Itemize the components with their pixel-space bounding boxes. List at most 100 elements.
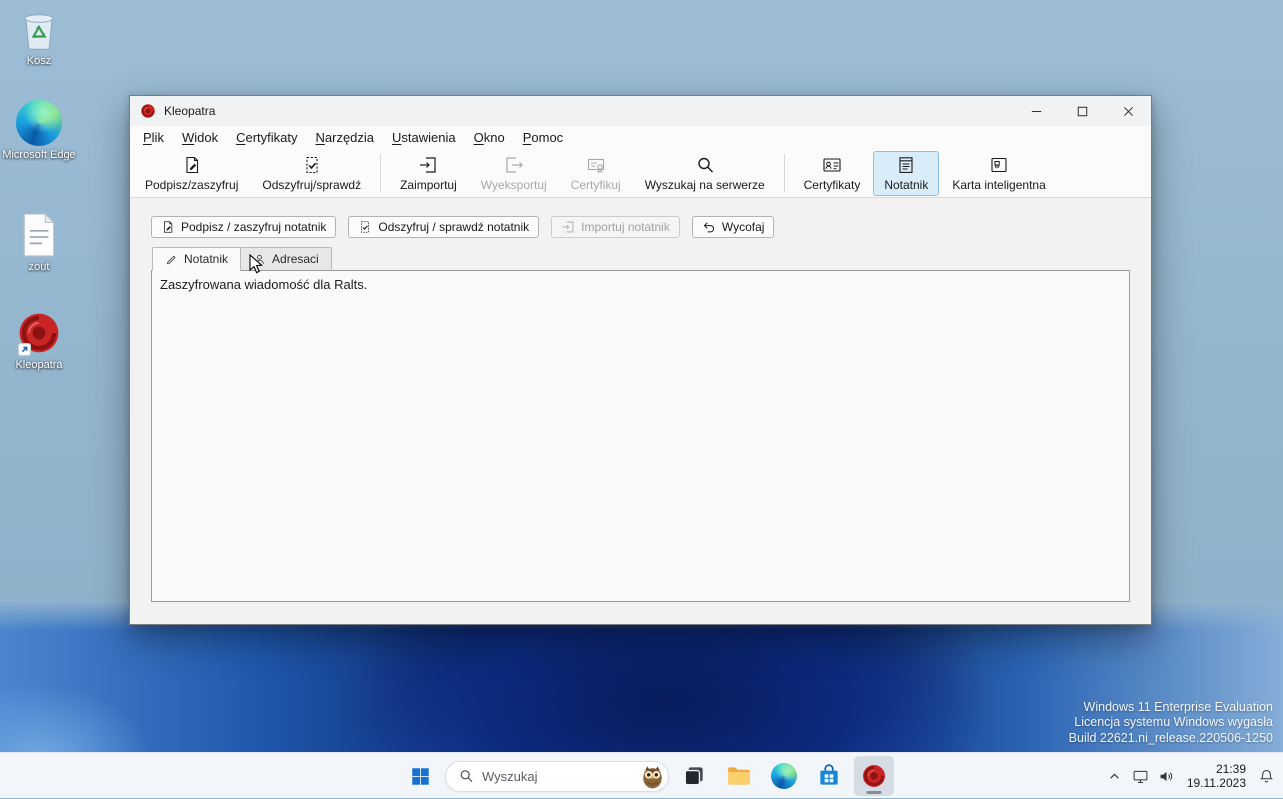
toolbar-notepad-view-button[interactable]: Notatnik — [873, 150, 940, 196]
export-icon — [504, 155, 524, 175]
revert-button[interactable]: Wycofaj — [691, 216, 775, 238]
notifications-button[interactable] — [1253, 760, 1279, 792]
close-icon — [1120, 103, 1137, 120]
window-title: Kleopatra — [164, 104, 216, 118]
toolbar-label: Karta inteligentna — [952, 178, 1046, 192]
kleopatra-taskbar-button[interactable] — [854, 756, 894, 796]
close-button[interactable] — [1105, 96, 1151, 126]
toolbar-label: Certyfikaty — [803, 178, 861, 192]
toolbar-separator — [783, 154, 785, 192]
toolbar-label: Podpisz/zaszyfruj — [145, 178, 239, 192]
id-card-icon — [822, 155, 842, 175]
clock-date: 19.11.2023 — [1186, 776, 1246, 790]
main-toolbar: Podpisz/zaszyfruj Odszyfruj/sprawdź Zaim… — [130, 149, 1151, 198]
decrypt-verify-notepad-button[interactable]: Odszyfruj / sprawdź notatnik — [348, 216, 540, 238]
toolbar-export-button: Wyeksportuj — [470, 151, 558, 196]
menu-widok[interactable]: Widok — [173, 127, 227, 148]
kleopatra-window: Kleopatra Plik Widok Certyfikaty Narzędz… — [129, 95, 1152, 625]
search-icon — [458, 768, 474, 784]
certify-icon — [586, 155, 606, 175]
minimize-icon — [1028, 103, 1045, 120]
toolbar-sign-encrypt-button[interactable]: Podpisz/zaszyfruj — [134, 151, 249, 196]
person-icon — [253, 253, 266, 266]
smartcard-icon — [989, 155, 1009, 175]
system-tray: 21:39 19.11.2023 — [1102, 753, 1279, 799]
search-highlight-owl-icon — [639, 763, 666, 790]
menu-pomoc[interactable]: Pomoc — [514, 127, 572, 148]
store-icon — [816, 763, 842, 789]
edge-icon — [771, 763, 797, 789]
toolbar-label: Certyfikuj — [570, 178, 621, 192]
sign-encrypt-icon — [182, 155, 202, 175]
title-bar[interactable]: Kleopatra — [130, 96, 1151, 126]
notepad-tabs: Notatnik Adresaci — [151, 247, 1130, 271]
maximize-button[interactable] — [1059, 96, 1105, 126]
notepad-editor[interactable]: Zaszyfrowana wiadomość dla Ralts. — [151, 270, 1130, 602]
windows-evaluation-watermark: Windows 11 Enterprise Evaluation Licencj… — [1069, 700, 1273, 747]
button-label: Wycofaj — [721, 220, 765, 234]
shortcut-arrow-icon — [18, 343, 31, 356]
tab-notatnik[interactable]: Notatnik — [152, 247, 242, 271]
toolbar-decrypt-verify-button[interactable]: Odszyfruj/sprawdź — [251, 151, 372, 196]
desktop-icon-label: Kleopatra — [15, 359, 63, 371]
search-input[interactable] — [482, 768, 631, 784]
tab-label: Adresaci — [272, 252, 319, 266]
toolbar-label: Zaimportuj — [400, 178, 457, 192]
task-view-button[interactable] — [674, 756, 714, 796]
network-tray-button[interactable] — [1128, 760, 1154, 792]
tray-chevron-button[interactable] — [1102, 760, 1128, 792]
windows-logo-icon — [410, 766, 431, 787]
toolbar-label: Wyeksportuj — [480, 178, 547, 192]
decrypt-verify-icon — [358, 220, 372, 234]
menu-ustawienia[interactable]: Ustawienia — [383, 127, 465, 148]
taskbar-center-group — [400, 756, 894, 796]
toolbar-label: Odszyfruj/sprawdź — [262, 178, 362, 192]
menu-okno[interactable]: Okno — [465, 127, 514, 148]
toolbar-lookup-server-button[interactable]: Wyszukaj na serwerze — [634, 151, 776, 196]
edge-taskbar-button[interactable] — [764, 756, 804, 796]
decrypt-verify-icon — [302, 155, 322, 175]
sign-encrypt-notepad-button[interactable]: Podpisz / zaszyfruj notatnik — [151, 216, 337, 238]
import-notepad-button: Importuj notatnik — [551, 216, 680, 238]
minimize-button[interactable] — [1013, 96, 1059, 126]
import-icon — [418, 155, 438, 175]
toolbar-import-button[interactable]: Zaimportuj — [389, 151, 468, 196]
watermark-line: Windows 11 Enterprise Evaluation — [1083, 699, 1273, 714]
network-monitor-icon — [1132, 768, 1149, 785]
notepad-actions: Podpisz / zaszyfruj notatnik Odszyfruj /… — [151, 216, 1130, 238]
menu-narzedzia[interactable]: Narzędzia — [307, 127, 384, 148]
document-icon — [20, 212, 58, 258]
desktop-icon-kleopatra[interactable]: Kleopatra — [1, 310, 77, 372]
start-button[interactable] — [400, 756, 440, 796]
toolbar-smartcard-view-button[interactable]: Karta inteligentna — [941, 151, 1056, 196]
microsoft-store-button[interactable] — [809, 756, 849, 796]
watermark-line: Build 22621.ni_release.220506-1250 — [1068, 730, 1273, 745]
toolbar-label: Notatnik — [884, 178, 929, 192]
import-icon — [561, 220, 575, 234]
watermark-line: Licencja systemu Windows wygasła — [1074, 715, 1273, 729]
undo-icon — [702, 220, 716, 234]
menu-bar: Plik Widok Certyfikaty Narzędzia Ustawie… — [130, 126, 1151, 149]
desktop-icon-recycle-bin[interactable]: Kosz — [1, 6, 77, 68]
desktop-icon-label: Kosz — [26, 55, 52, 67]
desktop-icon-zout[interactable]: zout — [1, 212, 77, 274]
taskbar: 21:39 19.11.2023 — [0, 752, 1283, 798]
tab-adresaci[interactable]: Adresaci — [240, 247, 332, 271]
desktop-icon-microsoft-edge[interactable]: Microsoft Edge — [1, 100, 77, 162]
bell-icon — [1258, 768, 1275, 785]
notepad-view: Podpisz / zaszyfruj notatnik Odszyfruj /… — [130, 198, 1151, 624]
volume-tray-button[interactable] — [1154, 760, 1180, 792]
kleopatra-app-icon — [140, 103, 156, 119]
desktop-icon-label: zout — [28, 261, 50, 273]
menu-certyfikaty[interactable]: Certyfikaty — [227, 127, 306, 148]
file-explorer-button[interactable] — [719, 756, 759, 796]
chevron-up-icon — [1106, 768, 1123, 785]
pen-icon — [165, 253, 178, 266]
clock-time: 21:39 — [1215, 762, 1246, 776]
maximize-icon — [1074, 103, 1091, 120]
toolbar-certificates-view-button[interactable]: Certyfikaty — [793, 151, 872, 196]
button-label: Odszyfruj / sprawdź notatnik — [378, 220, 530, 234]
menu-plik[interactable]: Plik — [134, 127, 173, 148]
taskbar-search[interactable] — [445, 760, 669, 792]
taskbar-clock[interactable]: 21:39 19.11.2023 — [1187, 762, 1246, 790]
